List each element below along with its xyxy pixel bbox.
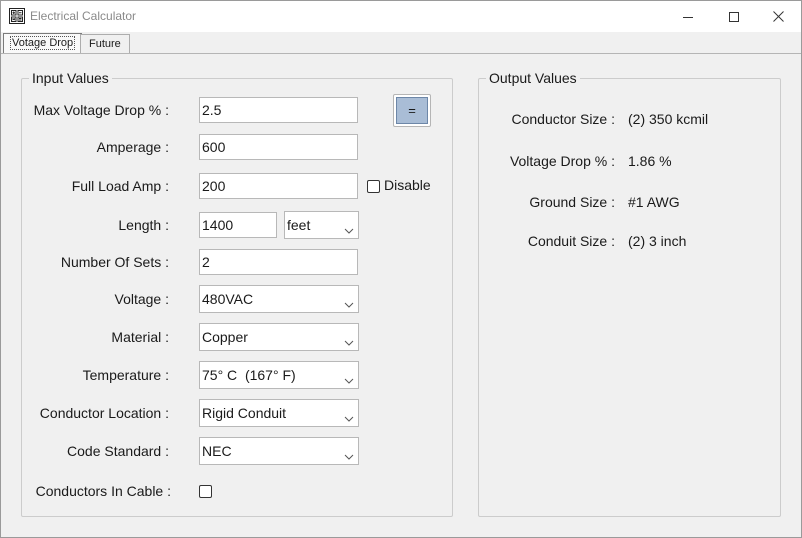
length-label: Length :: [118, 217, 169, 233]
app-window: Electrical Calculator Votage Drop Future: [0, 0, 802, 538]
chevron-down-icon: [344, 371, 354, 387]
disable-checkbox[interactable]: [367, 180, 380, 193]
full-load-amp-label: Full Load Amp :: [71, 178, 169, 194]
amperage-input[interactable]: [199, 134, 358, 160]
minimize-button[interactable]: [665, 1, 711, 32]
material-label: Material :: [111, 329, 169, 345]
output-values-group: Output Values: [478, 70, 781, 517]
amperage-label: Amperage :: [96, 139, 169, 155]
number-of-sets-label: Number Of Sets :: [60, 254, 169, 270]
tab-strip: Votage Drop Future: [1, 32, 801, 54]
group-title: Output Values: [486, 70, 580, 86]
chevron-down-icon: [344, 409, 354, 425]
maximize-button[interactable]: [711, 1, 757, 32]
length-unit-select[interactable]: feet: [284, 211, 359, 239]
disable-label: Disable: [384, 177, 431, 193]
code-standard-value: NEC: [202, 443, 232, 459]
tab-voltage-drop[interactable]: Votage Drop: [3, 33, 83, 54]
tab-divider: [1, 53, 801, 54]
voltage-label: Voltage :: [114, 291, 170, 307]
ground-size-value: #1 AWG: [628, 194, 680, 210]
conductors-in-cable-checkbox[interactable]: [199, 485, 212, 498]
chevron-down-icon: [344, 295, 354, 311]
temperature-select[interactable]: 75° C (167° F): [199, 361, 359, 389]
max-voltage-drop-label: Max Voltage Drop % :: [33, 102, 169, 118]
close-icon: [772, 11, 784, 22]
calculator-icon: [9, 8, 25, 24]
number-of-sets-input[interactable]: [199, 249, 358, 275]
chevron-down-icon: [344, 221, 354, 237]
code-standard-select[interactable]: NEC: [199, 437, 359, 465]
calculate-button-label: =: [396, 97, 428, 124]
conduit-size-label: Conduit Size :: [527, 233, 615, 249]
tab-label: Votage Drop: [10, 36, 76, 50]
chevron-down-icon: [344, 333, 354, 349]
title-bar[interactable]: Electrical Calculator: [1, 1, 801, 32]
max-voltage-drop-input[interactable]: [199, 97, 358, 123]
voltage-drop-label: Voltage Drop % :: [509, 153, 615, 169]
voltage-select[interactable]: 480VAC: [199, 285, 359, 313]
minimize-icon: [683, 12, 693, 22]
length-input[interactable]: [199, 212, 277, 238]
tab-label: Future: [89, 38, 121, 50]
length-unit-value: feet: [287, 217, 311, 233]
temperature-label: Temperature :: [82, 367, 169, 383]
calculate-button[interactable]: =: [393, 94, 431, 127]
code-standard-label: Code Standard :: [67, 443, 169, 459]
conductor-location-select[interactable]: Rigid Conduit: [199, 399, 359, 427]
chevron-down-icon: [344, 447, 354, 463]
conduit-size-value: (2) 3 inch: [628, 233, 687, 249]
group-title: Input Values: [29, 70, 112, 86]
close-button[interactable]: [755, 1, 801, 32]
conductors-in-cable-label: Conductors In Cable :: [35, 483, 171, 499]
window-title: Electrical Calculator: [30, 9, 137, 23]
material-select[interactable]: Copper: [199, 323, 359, 351]
conductor-size-value: (2) 350 kcmil: [628, 111, 709, 127]
conductor-size-label: Conductor Size :: [511, 111, 616, 127]
ground-size-label: Ground Size :: [529, 194, 615, 210]
temperature-value: 75° C (167° F): [202, 367, 296, 383]
material-value: Copper: [202, 329, 248, 345]
conductor-location-label: Conductor Location :: [39, 405, 169, 421]
full-load-amp-input[interactable]: [199, 173, 358, 199]
conductor-location-value: Rigid Conduit: [202, 405, 287, 421]
maximize-icon: [729, 11, 739, 22]
voltage-value: 480VAC: [202, 291, 254, 307]
voltage-drop-value: 1.86 %: [628, 153, 672, 169]
tab-future[interactable]: Future: [80, 34, 130, 54]
